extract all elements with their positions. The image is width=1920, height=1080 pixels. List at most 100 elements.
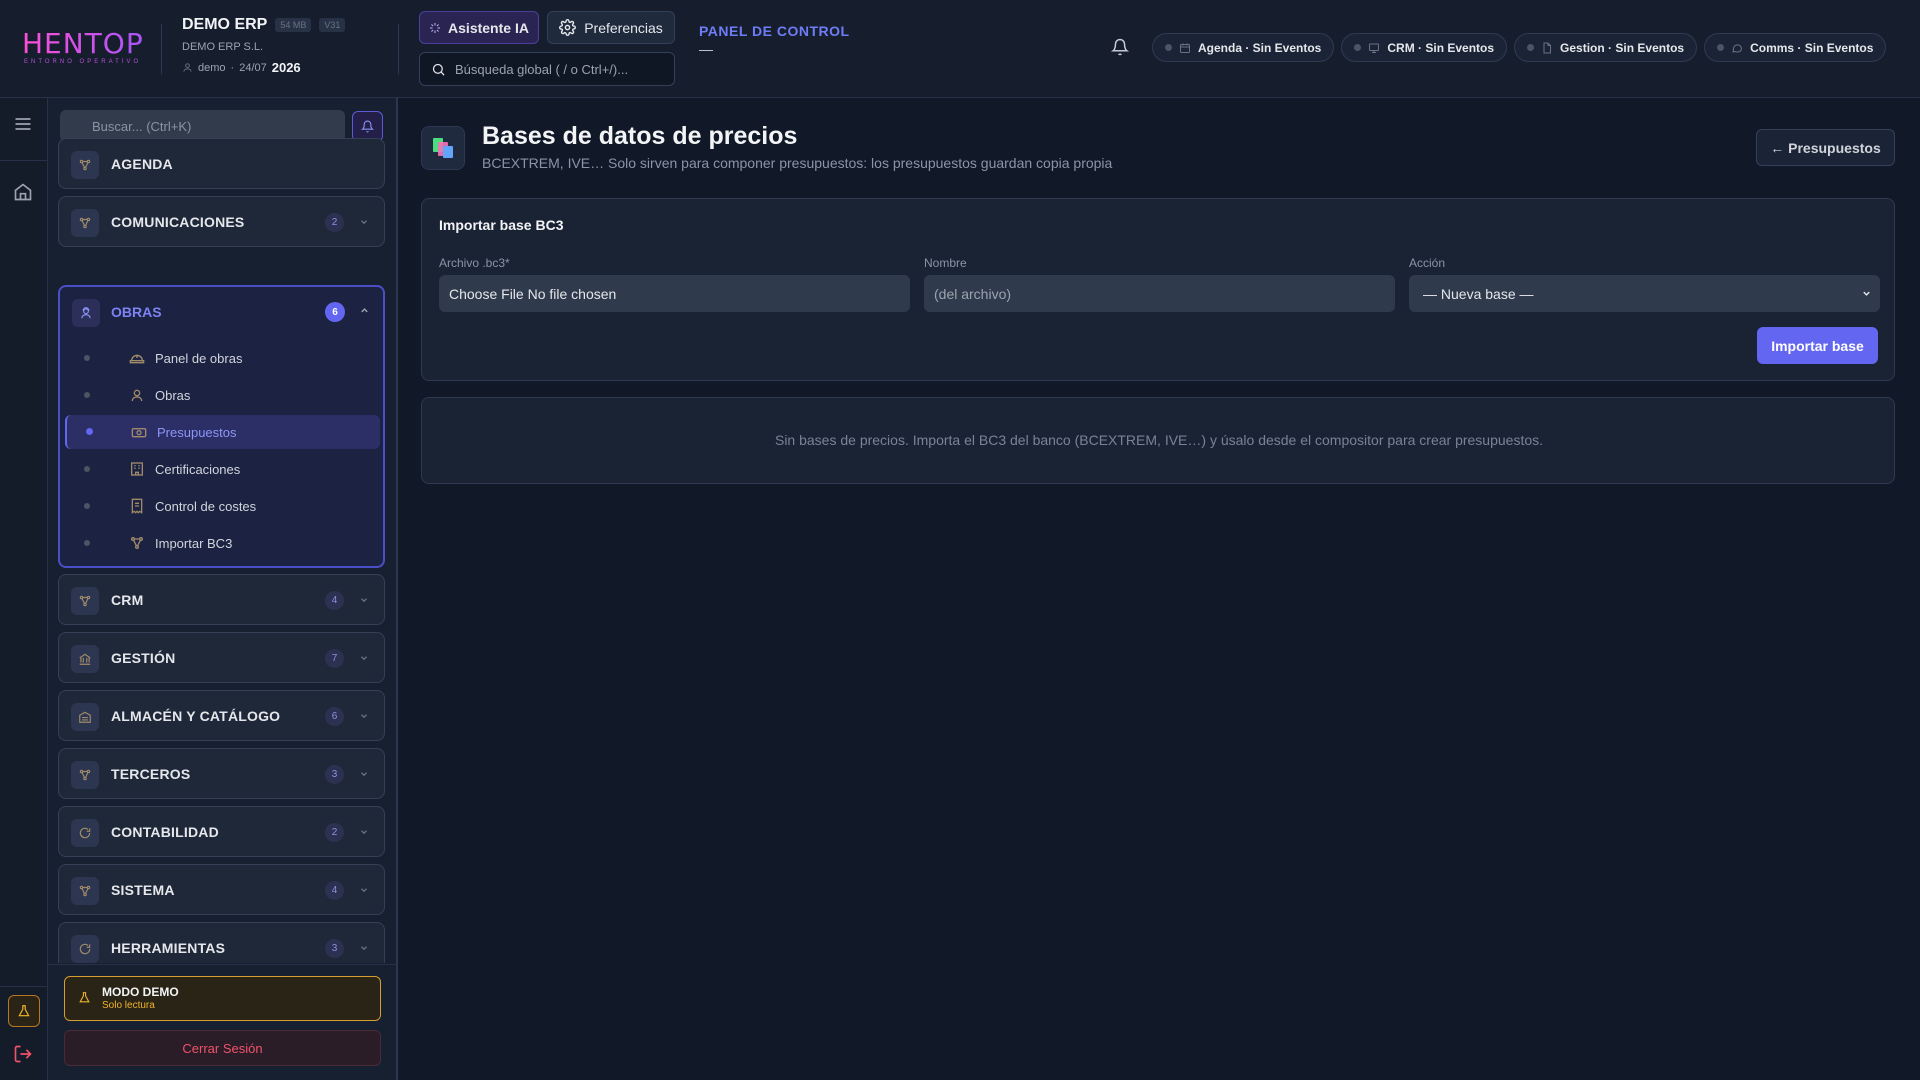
page-subtitle: BCEXTREM, IVE… Solo sirven para componer… [482, 155, 1113, 171]
chevron-up-icon [359, 305, 370, 316]
notifications-bell-icon[interactable] [1111, 38, 1129, 56]
sidebar-section-terceros[interactable]: TERCEROS 3 [58, 748, 385, 799]
network-icon [71, 877, 99, 905]
section-label: COMUNICACIONES [111, 214, 245, 230]
count-badge: 6 [325, 707, 344, 726]
action-field-label: Acción [1409, 256, 1446, 270]
pill-label: Gestion · Sin Eventos [1560, 40, 1685, 55]
action-select[interactable]: — Nueva base — [1409, 275, 1880, 312]
sidebar-item-importar-bc3[interactable]: Importar BC3 [65, 526, 380, 560]
count-badge: 3 [325, 765, 344, 784]
sidebar-section-agenda[interactable]: AGENDA [58, 138, 385, 189]
demo-mode-title: MODO DEMO [102, 985, 179, 999]
import-bc3-card: Importar base BC3 Archivo .bc3* Choose F… [421, 198, 1895, 381]
app-logo[interactable]: HENTOP ENTORNO OPERATIVO [22, 27, 144, 66]
pill-agenda[interactable]: Agenda · Sin Eventos [1152, 33, 1335, 62]
count-badge: 6 [325, 302, 345, 322]
panel-title[interactable]: PANEL DE CONTROL [699, 23, 850, 39]
document-icon [1541, 42, 1553, 54]
monitor-icon [1368, 42, 1380, 54]
file-picker[interactable]: Choose File No file chosen [439, 275, 910, 312]
sidebar-item-control-de-costes[interactable]: Control de costes [65, 489, 380, 523]
pill-gestion[interactable]: Gestion · Sin Eventos [1514, 33, 1698, 62]
top-header: HENTOP ENTORNO OPERATIVO DEMO ERP 54 MB … [0, 0, 1920, 98]
bell-icon [361, 120, 374, 133]
sidebar-section-crm[interactable]: CRM 4 [58, 574, 385, 625]
network-icon [71, 209, 99, 237]
chevron-down-icon [359, 769, 369, 779]
sidebar-item-label: Certificaciones [155, 462, 241, 477]
chevron-down-icon [359, 711, 369, 721]
sidebar-section-sistema[interactable]: SISTEMA 4 [58, 864, 385, 915]
icon-rail [0, 98, 48, 1080]
ai-assistant-button[interactable]: Asistente IA [419, 11, 539, 44]
fiscal-year[interactable]: 2026 [272, 60, 301, 75]
logo-text: HENTOP [22, 27, 144, 60]
sidebar-item-label: Control de costes [155, 499, 257, 514]
section-label: HERRAMIENTAS [111, 940, 226, 956]
size-chip: 54 MB [275, 18, 312, 32]
sidebar: AGENDA COMUNICACIONES 2 OBRAS 6 Panel de… [48, 98, 398, 1080]
global-search-input[interactable] [455, 61, 674, 77]
chevron-down-icon [359, 827, 369, 837]
global-search[interactable] [419, 52, 675, 86]
helmet-icon [129, 350, 145, 366]
section-label: GESTIÓN [111, 650, 176, 666]
header-divider [161, 24, 162, 74]
sidebar-item-panel-de-obras[interactable]: Panel de obras [65, 341, 380, 375]
preferences-button[interactable]: Preferencias [547, 11, 675, 44]
home-icon[interactable] [13, 182, 33, 202]
ai-assistant-label: Asistente IA [448, 19, 529, 36]
status-dot [1354, 44, 1362, 51]
bullet-dot [86, 428, 93, 435]
count-badge: 4 [325, 591, 344, 610]
chevron-down-icon [359, 653, 369, 663]
sidebar-item-obras[interactable]: Obras [65, 378, 380, 412]
name-field[interactable] [924, 275, 1395, 312]
username: demo [198, 61, 226, 74]
demo-mode-button[interactable] [8, 995, 40, 1027]
money-icon [131, 424, 147, 440]
section-label: ALMACÉN Y CATÁLOGO [111, 708, 281, 724]
file-picker-text: Choose File No file chosen [449, 285, 617, 302]
pill-comms[interactable]: Comms · Sin Eventos [1704, 33, 1887, 62]
sidebar-divider [48, 964, 398, 965]
sidebar-section-contabilidad[interactable]: CONTABILIDAD 2 [58, 806, 385, 857]
receipt-icon [129, 498, 145, 514]
section-label: SISTEMA [111, 882, 175, 898]
logout-icon[interactable] [13, 1044, 33, 1064]
back-to-presupuestos-button[interactable]: ← Presupuestos [1756, 129, 1895, 166]
sidebar-section-herramientas[interactable]: HERRAMIENTAS 3 [58, 922, 385, 963]
pill-crm[interactable]: CRM · Sin Eventos [1341, 33, 1508, 62]
pill-label: CRM · Sin Eventos [1387, 40, 1495, 55]
sidebar-search-input[interactable] [92, 118, 332, 134]
sidebar-item-certificaciones[interactable]: Certificaciones [65, 452, 380, 486]
sidebar-section-comunicaciones[interactable]: COMUNICACIONES 2 [58, 196, 385, 247]
sidebar-item-presupuestos[interactable]: Presupuestos [65, 415, 380, 449]
hamburger-menu-icon[interactable] [13, 114, 33, 134]
network-icon [71, 761, 99, 789]
sidebar-section-almacen[interactable]: ALMACÉN Y CATÁLOGO 6 [58, 690, 385, 741]
warehouse-icon [71, 703, 99, 731]
sidebar-section-obras[interactable]: OBRAS 6 Panel de obras Obras Presupuesto… [58, 285, 385, 568]
logout-button[interactable]: Cerrar Sesión [64, 1030, 381, 1066]
price-bases-empty-card: Sin bases de precios. Importa el BC3 del… [421, 397, 1895, 484]
count-badge: 7 [325, 649, 344, 668]
gear-icon [559, 19, 577, 36]
pill-label: Comms · Sin Eventos [1750, 40, 1874, 55]
calendar-icon [1179, 42, 1191, 54]
flask-icon [17, 1004, 31, 1018]
action-select-value: — Nueva base — [1423, 285, 1534, 302]
chevron-down-icon [359, 217, 369, 227]
sparkle-icon [429, 22, 441, 34]
logo-subtitle: ENTORNO OPERATIVO [24, 59, 142, 65]
rail-divider [0, 986, 48, 987]
header-divider [398, 24, 399, 74]
import-base-button[interactable]: Importar base [1757, 327, 1878, 364]
section-label: CRM [111, 592, 144, 608]
section-label: AGENDA [111, 156, 173, 172]
count-badge: 2 [325, 213, 344, 232]
name-input[interactable] [934, 285, 1374, 302]
sidebar-section-gestion[interactable]: GESTIÓN 7 [58, 632, 385, 683]
name-field-label: Nombre [924, 256, 967, 270]
